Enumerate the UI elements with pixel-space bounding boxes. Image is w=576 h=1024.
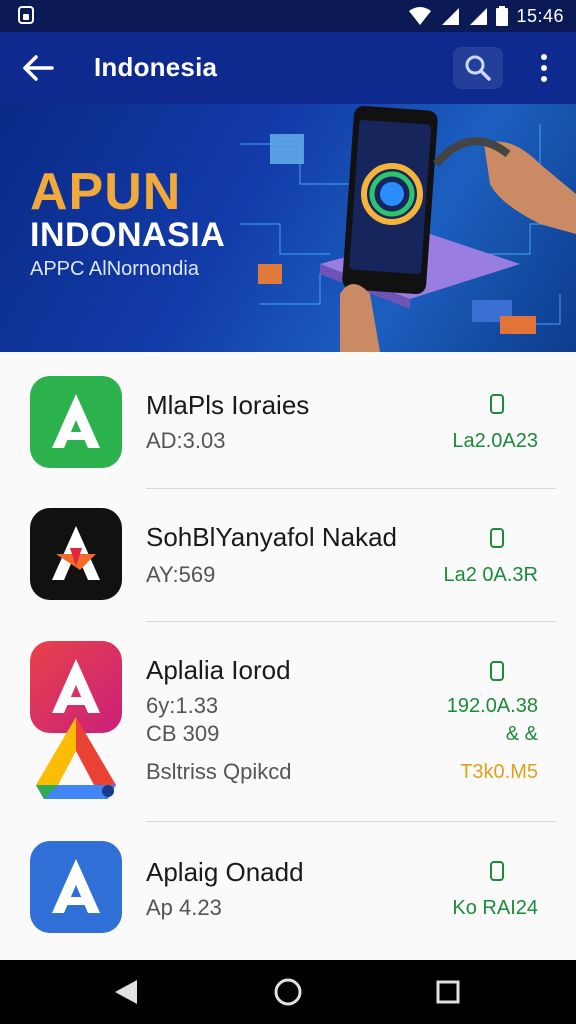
navigation-bar [0, 960, 576, 1024]
app-status: Ko RAI24 [452, 897, 538, 919]
list-item[interactable]: MlaPls Ioraies AD:3.03 La2.0A23 [0, 352, 576, 489]
app-status: & & [505, 723, 538, 745]
app-status: La2 0A.3R [443, 564, 538, 586]
list-item[interactable]: SohBlYanyafol Nakad AY:569 La2 0A.3R [0, 488, 576, 622]
phone-illustration [240, 105, 576, 352]
app-name: Aplaig Onadd [146, 857, 304, 887]
app-bar: Indonesia [0, 32, 576, 104]
home-circle-icon[interactable] [270, 974, 306, 1010]
app-name: Aplalia Iorod [146, 655, 291, 685]
banner-title: APUN [30, 163, 182, 221]
lock-icon [18, 6, 34, 24]
battery-icon [496, 6, 509, 26]
page-title: Indonesia [94, 52, 218, 82]
install-icon[interactable] [490, 528, 504, 548]
app-meta: 6y:1.33 [146, 693, 219, 718]
list-item[interactable]: Aplaig Onadd Ap 4.23 Ko RAI24 [0, 821, 576, 960]
app-name: SohBlYanyafol Nakad [146, 522, 398, 552]
app-meta: AY:569 [146, 562, 216, 587]
install-icon[interactable] [490, 861, 504, 881]
app-name: MlaPls Ioraies [146, 390, 310, 420]
app-meta: Ap 4.23 [146, 895, 222, 920]
search-button[interactable] [453, 47, 503, 89]
more-vert-icon[interactable] [528, 48, 560, 88]
back-triangle-icon[interactable] [108, 974, 144, 1010]
status-bar: 15:46 [0, 0, 576, 32]
signal-icon [442, 8, 460, 25]
app-icon-black [30, 508, 122, 600]
app-meta: CB 309 [146, 721, 220, 746]
app-status: La2.0A23 [452, 430, 538, 452]
app-status-highlight: T3k0.M5 [460, 761, 538, 783]
search-icon [465, 55, 491, 81]
banner-subtitle: APPC AlNornondia [30, 258, 199, 280]
app-list: MlaPls Ioraies AD:3.03 La2.0A23 SohBlYan… [0, 352, 576, 960]
status-icons: 15:46 [408, 4, 564, 28]
list-item[interactable]: Aplalia Iorod 6y:1.33 CB 309 Bsltriss Qp… [0, 621, 576, 822]
arrow-left-icon [23, 55, 54, 81]
install-icon[interactable] [490, 394, 504, 414]
banner-title-secondary: INDONASIA [30, 216, 226, 254]
app-icon-green [30, 376, 122, 468]
back-button[interactable] [18, 48, 58, 88]
app-icon-blue [30, 841, 122, 933]
promo-banner[interactable]: APUN INDONASIA APPC AlNornondia [0, 104, 576, 352]
status-time: 15:46 [516, 5, 564, 26]
app-meta: Bsltriss Qpikcd [146, 759, 292, 784]
app-status: 192.0A.38 [446, 695, 538, 717]
signal-icon [470, 8, 488, 25]
install-icon[interactable] [490, 661, 504, 681]
recents-square-icon[interactable] [430, 974, 466, 1010]
app-meta: AD:3.03 [146, 428, 226, 453]
wifi-icon [409, 7, 432, 25]
drive-icon [36, 717, 116, 799]
